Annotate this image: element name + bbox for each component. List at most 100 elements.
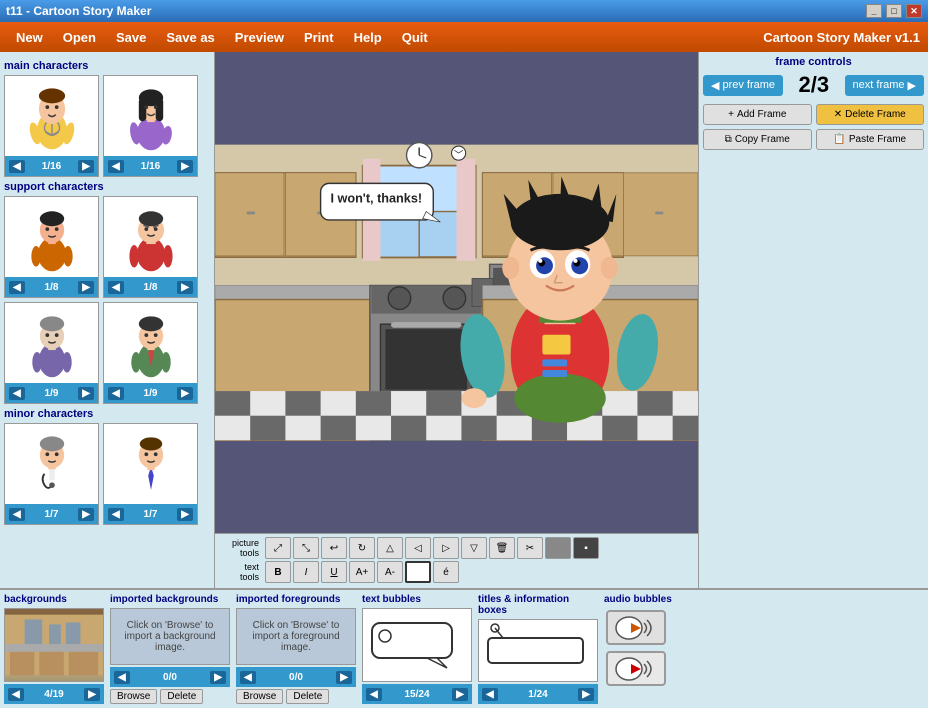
tool-paste[interactable]: ▪ — [573, 537, 599, 559]
delete-frame-button[interactable]: ✕ Delete Frame — [816, 104, 925, 125]
imported-backgrounds-section: imported backgrounds Click on 'Browse' t… — [110, 594, 230, 704]
main-char-1-prev[interactable]: ◀ — [9, 160, 25, 173]
titles-next[interactable]: ▶ — [578, 688, 594, 701]
next-frame-button[interactable]: next frame ▶ — [845, 75, 924, 96]
delete-frame-icon: ✕ — [834, 109, 842, 120]
main-char-1[interactable]: ◀ 1/16 ▶ — [4, 75, 99, 177]
menu-print[interactable]: Print — [296, 27, 342, 48]
tool-shrink[interactable]: ⤡ — [293, 537, 319, 559]
text-tools-row: texttools B I U A+ A- é — [219, 561, 694, 583]
maximize-button[interactable]: □ — [886, 4, 902, 18]
titles-thumb[interactable] — [478, 619, 598, 682]
tool-flip-h-right[interactable]: ▷ — [433, 537, 459, 559]
tool-redo[interactable]: ↻ — [349, 537, 375, 559]
tool-cut[interactable]: ✂ — [517, 537, 543, 559]
tool-special-char[interactable]: é — [433, 561, 459, 583]
minor-char-1-next[interactable]: ▶ — [78, 508, 94, 521]
audio-bubble-2[interactable] — [606, 651, 666, 686]
imported-fg-next[interactable]: ▶ — [336, 671, 352, 684]
main-char-2-next[interactable]: ▶ — [177, 160, 193, 173]
minimize-button[interactable]: _ — [866, 4, 882, 18]
text-bubbles-next[interactable]: ▶ — [452, 688, 468, 701]
support-char-4-next[interactable]: ▶ — [177, 387, 193, 400]
main-char-2-prev[interactable]: ◀ — [108, 160, 124, 173]
titles-prev[interactable]: ◀ — [482, 688, 498, 701]
menu-quit[interactable]: Quit — [394, 27, 436, 48]
paste-frame-icon: 📋 — [833, 134, 845, 145]
support-char-4-nav: ◀ 1/9 ▶ — [104, 383, 197, 403]
backgrounds-prev[interactable]: ◀ — [8, 688, 24, 701]
imported-bg-browse[interactable]: Browse — [110, 689, 157, 704]
imported-bg-delete[interactable]: Delete — [160, 689, 203, 704]
tool-font-bigger[interactable]: A+ — [349, 561, 375, 583]
prev-frame-label: prev frame — [722, 79, 775, 91]
support-characters-label: support characters — [4, 181, 210, 193]
right-panel: frame controls ◀ prev frame 2/3 next fra… — [698, 52, 928, 588]
menu-help[interactable]: Help — [346, 27, 390, 48]
main-char-2[interactable]: ◀ 1/16 ▶ — [103, 75, 198, 177]
support-char3-svg — [12, 306, 92, 381]
prev-frame-icon: ◀ — [711, 79, 719, 92]
paste-frame-button[interactable]: 📋 Paste Frame — [816, 129, 925, 150]
copy-frame-icon: ⧉ — [725, 134, 732, 145]
support-char-2[interactable]: ◀ 1/8 ▶ — [103, 196, 198, 298]
copy-frame-button[interactable]: ⧉ Copy Frame — [703, 129, 812, 150]
support-char-4[interactable]: ◀ 1/9 ▶ — [103, 302, 198, 404]
add-frame-button[interactable]: + Add Frame — [703, 104, 812, 125]
minor-char-2-prev[interactable]: ◀ — [108, 508, 124, 521]
prev-frame-button[interactable]: ◀ prev frame — [703, 75, 783, 96]
menu-bar: New Open Save Save as Preview Print Help… — [0, 22, 928, 52]
imported-bg-next[interactable]: ▶ — [210, 671, 226, 684]
tool-expand[interactable]: ⤢ — [265, 537, 291, 559]
tool-copy[interactable] — [545, 537, 571, 559]
support-char-1-nav: ◀ 1/8 ▶ — [5, 277, 98, 297]
imported-fg-delete[interactable]: Delete — [286, 689, 329, 704]
tool-delete[interactable]: 🗑 — [489, 537, 515, 559]
menu-save[interactable]: Save — [108, 27, 154, 48]
support-char-1-prev[interactable]: ◀ — [9, 281, 25, 294]
support-char-1-next[interactable]: ▶ — [78, 281, 94, 294]
tool-color-swatch[interactable] — [405, 561, 431, 583]
minor-characters-label: minor characters — [4, 408, 210, 420]
main-char-1-next[interactable]: ▶ — [78, 160, 94, 173]
tool-flip-down[interactable]: ▽ — [461, 537, 487, 559]
minor-char-1[interactable]: ◀ 1/7 ▶ — [4, 423, 99, 525]
minor-char-1-counter: 1/7 — [45, 509, 59, 520]
text-bubbles-prev[interactable]: ◀ — [366, 688, 382, 701]
backgrounds-thumb[interactable] — [4, 608, 104, 682]
imported-fg-prev[interactable]: ◀ — [240, 671, 256, 684]
backgrounds-section: backgrounds ◀ 4/19 ▶ — [4, 594, 104, 704]
scene-display[interactable]: I won't, thanks! — [215, 52, 698, 533]
imported-fg-browse[interactable]: Browse — [236, 689, 283, 704]
support-char-4-prev[interactable]: ◀ — [108, 387, 124, 400]
minor-char-1-prev[interactable]: ◀ — [9, 508, 25, 521]
support-char-3-prev[interactable]: ◀ — [9, 387, 25, 400]
support-char-1[interactable]: ◀ 1/8 ▶ — [4, 196, 99, 298]
close-button[interactable]: ✕ — [906, 4, 922, 18]
menu-open[interactable]: Open — [55, 27, 104, 48]
minor-char-2[interactable]: ◀ 1/7 ▶ — [103, 423, 198, 525]
tool-flip-v[interactable]: △ — [377, 537, 403, 559]
support-char-2-prev[interactable]: ◀ — [108, 281, 124, 294]
main-char-1-img — [5, 76, 98, 156]
tool-bold[interactable]: B — [265, 561, 291, 583]
menu-saveas[interactable]: Save as — [158, 27, 222, 48]
text-bubbles-nav: ◀ 15/24 ▶ — [362, 684, 472, 704]
menu-preview[interactable]: Preview — [227, 27, 292, 48]
picture-tools-row: picturetools ⤢ ⤡ ↩ ↻ △ ◁ ▷ ▽ 🗑 ✂ ▪ — [219, 537, 694, 559]
text-bubbles-thumb[interactable] — [362, 608, 472, 682]
imported-bg-prev[interactable]: ◀ — [114, 671, 130, 684]
tool-flip-h-left[interactable]: ◁ — [405, 537, 431, 559]
tool-underline[interactable]: U — [321, 561, 347, 583]
support-char-3[interactable]: ◀ 1/9 ▶ — [4, 302, 99, 404]
tool-font-smaller[interactable]: A- — [377, 561, 403, 583]
main-char-1-counter: 1/16 — [42, 161, 61, 172]
minor-char-2-next[interactable]: ▶ — [177, 508, 193, 521]
backgrounds-next[interactable]: ▶ — [84, 688, 100, 701]
support-char-3-next[interactable]: ▶ — [78, 387, 94, 400]
support-char-2-next[interactable]: ▶ — [177, 281, 193, 294]
tool-italic[interactable]: I — [293, 561, 319, 583]
menu-new[interactable]: New — [8, 27, 51, 48]
tool-undo[interactable]: ↩ — [321, 537, 347, 559]
audio-bubble-1[interactable] — [606, 610, 666, 645]
